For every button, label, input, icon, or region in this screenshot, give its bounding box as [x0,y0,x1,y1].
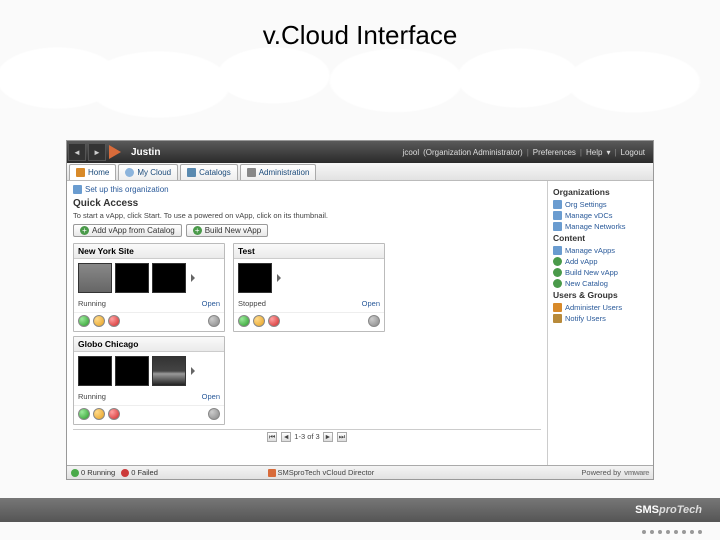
sidebar-manage-vdcs[interactable]: Manage vDCs [553,211,648,220]
preferences-link[interactable]: Preferences [533,148,576,157]
vapp-stop-button[interactable] [108,315,120,327]
sidebar: Organizations Org Settings Manage vDCs M… [547,181,653,465]
vapp-card: Test Stopped Open [233,243,385,332]
nav-forward-button[interactable]: ► [88,143,106,161]
vapp-status: Stopped [238,299,266,308]
tab-mycloud[interactable]: My Cloud [118,164,178,180]
user-name: jcool [403,148,419,157]
setup-org-link[interactable]: Set up this organization [73,185,541,194]
vm-thumbnail[interactable] [115,356,149,386]
product-label: SMSproTech vCloud Director [268,468,375,477]
vapp-title: Test [234,244,384,259]
powered-by: Powered byvmware [581,468,649,477]
topbar: ◄ ► Justin jcool (Organization Administr… [67,141,653,163]
org-name: Justin [131,147,160,158]
admin-icon [247,168,256,177]
main-panel: Set up this organization Quick Access To… [67,181,547,465]
sidebar-heading-organizations: Organizations [553,187,648,197]
vapp-suspend-button[interactable] [253,315,265,327]
vapp-start-button[interactable] [238,315,250,327]
failed-dot-icon [121,469,129,477]
tasks-failed[interactable]: 0 Failed [121,468,158,477]
vapp-suspend-button[interactable] [93,315,105,327]
plus-icon: + [80,226,89,235]
add-vapp-from-catalog-button[interactable]: +Add vApp from Catalog [73,224,182,237]
user-role: (Organization Administrator) [423,148,523,157]
vm-thumbnail[interactable] [78,356,112,386]
vm-thumbnail[interactable] [152,356,186,386]
status-bar: 0 Running 0 Failed SMSproTech vCloud Dir… [67,465,653,479]
vmware-logo: vmware [624,468,649,477]
slide-footer: SMSproTech [0,498,720,522]
sidebar-administer-users[interactable]: Administer Users [553,303,648,312]
tab-home[interactable]: Home [69,164,116,180]
vapp-settings-button[interactable] [368,315,380,327]
sidebar-new-catalog[interactable]: New Catalog [553,279,648,288]
sidebar-add-vapp[interactable]: Add vApp [553,257,648,266]
sidebar-org-settings[interactable]: Org Settings [553,200,648,209]
pager-last-button[interactable]: ⏭ [337,432,347,442]
smsprotech-logo: SMSproTech [635,504,702,516]
vapp-open-link[interactable]: Open [362,299,380,308]
vapp-start-button[interactable] [78,315,90,327]
vapp-stop-button[interactable] [268,315,280,327]
vapp-card: Globo Chicago Running Open [73,336,225,425]
vapp-status: Running [78,299,106,308]
logout-link[interactable]: Logout [621,148,645,157]
org-wedge-icon [109,145,127,159]
vapp-suspend-button[interactable] [93,408,105,420]
slide-dots [642,530,702,534]
sidebar-manage-networks[interactable]: Manage Networks [553,222,648,231]
vm-thumbnail[interactable] [115,263,149,293]
vapp-status: Running [78,392,106,401]
tab-administration[interactable]: Administration [240,164,317,180]
slide-title: v.Cloud Interface [0,20,720,51]
vapp-start-button[interactable] [78,408,90,420]
quick-access-subtitle: To start a vApp, click Start. To use a p… [73,211,541,220]
catalog-icon [187,168,196,177]
vapp-settings-button[interactable] [208,315,220,327]
sidebar-heading-users: Users & Groups [553,290,648,300]
vm-thumbnail[interactable] [78,263,112,293]
pager: ⏮ ◄ 1-3 of 3 ► ⏭ [73,429,541,444]
vm-thumbnail[interactable] [152,263,186,293]
build-new-vapp-button[interactable]: +Build New vApp [186,224,268,237]
quick-access-heading: Quick Access [73,198,541,209]
vcloud-app: ◄ ► Justin jcool (Organization Administr… [66,140,654,480]
tab-catalogs[interactable]: Catalogs [180,164,238,180]
vapp-title: New York Site [74,244,224,259]
nav-back-button[interactable]: ◄ [68,143,86,161]
scroll-right-icon[interactable] [191,367,195,375]
tasks-running[interactable]: 0 Running [71,468,115,477]
vm-thumbnail[interactable] [238,263,272,293]
vapp-open-link[interactable]: Open [202,392,220,401]
pager-next-button[interactable]: ► [323,432,333,442]
pager-text: 1-3 of 3 [294,432,319,441]
main-tabs: Home My Cloud Catalogs Administration [67,163,653,181]
sidebar-manage-vapps[interactable]: Manage vApps [553,246,648,255]
help-link[interactable]: Help [586,148,602,157]
running-dot-icon [71,469,79,477]
pager-first-button[interactable]: ⏮ [267,432,277,442]
sidebar-heading-content: Content [553,233,648,243]
vapp-settings-button[interactable] [208,408,220,420]
plus-icon: + [193,226,202,235]
sidebar-notify-users[interactable]: Notify Users [553,314,648,323]
scroll-right-icon[interactable] [191,274,195,282]
cloud-icon [125,168,134,177]
vapp-card: New York Site Running Open [73,243,225,332]
vapp-title: Globo Chicago [74,337,224,352]
home-icon [76,168,85,177]
pager-prev-button[interactable]: ◄ [281,432,291,442]
sidebar-build-new-vapp[interactable]: Build New vApp [553,268,648,277]
scroll-right-icon[interactable] [277,274,281,282]
vapp-stop-button[interactable] [108,408,120,420]
vapp-open-link[interactable]: Open [202,299,220,308]
